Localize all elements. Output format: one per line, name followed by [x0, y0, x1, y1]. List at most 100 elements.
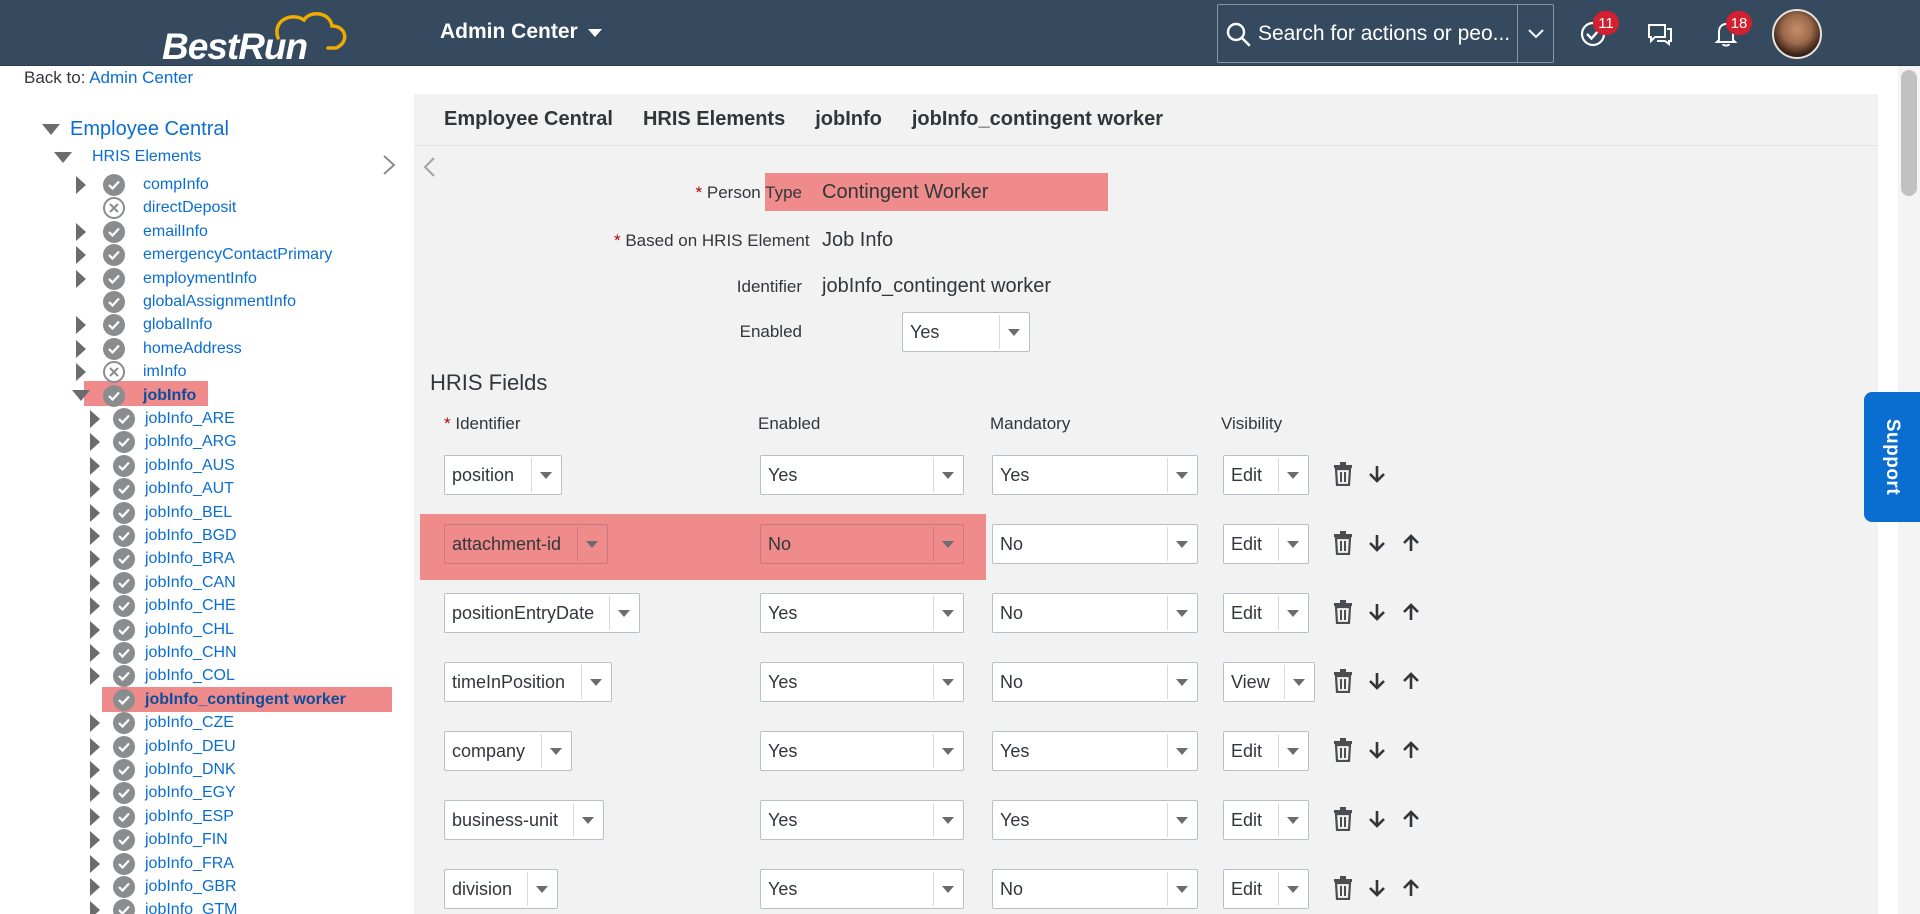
delete-icon[interactable]: [1331, 876, 1355, 900]
expand-icon[interactable]: [90, 784, 100, 803]
identifier-select[interactable]: company: [444, 731, 572, 771]
tree-item[interactable]: employmentInfo: [72, 267, 257, 290]
breadcrumb-item[interactable]: jobInfo_contingent worker: [912, 108, 1163, 131]
tree-child-item[interactable]: jobInfo_FRA: [86, 852, 234, 875]
tree-toggle[interactable]: [86, 761, 104, 779]
dropdown-arrow-icon[interactable]: [1278, 527, 1306, 561]
tree-item-label[interactable]: employmentInfo: [143, 270, 257, 288]
dropdown-arrow-icon[interactable]: [1278, 458, 1306, 492]
visibility-select[interactable]: Edit: [1223, 869, 1309, 909]
delete-icon[interactable]: [1331, 462, 1355, 486]
tree-item-label[interactable]: emailInfo: [143, 223, 208, 241]
expand-icon[interactable]: [90, 527, 100, 545]
collapse-icon[interactable]: [54, 151, 72, 163]
expand-icon[interactable]: [90, 550, 100, 569]
enabled-select[interactable]: Yes: [902, 312, 1030, 352]
tree-child-label[interactable]: jobInfo_AUS: [145, 457, 235, 475]
expand-icon[interactable]: [90, 714, 100, 733]
tree-toggle[interactable]: [72, 390, 90, 402]
tree-toggle[interactable]: [86, 503, 104, 522]
expand-icon[interactable]: [90, 573, 100, 592]
tree-child-item[interactable]: jobInfo_DEU: [86, 735, 236, 758]
delete-icon[interactable]: [1331, 807, 1355, 831]
tree-child-label[interactable]: jobInfo_BGD: [145, 527, 237, 545]
tree-child-item[interactable]: jobInfo_contingent worker: [86, 688, 346, 711]
tree-child-label[interactable]: jobInfo_DEU: [145, 738, 236, 756]
tree-group[interactable]: HRIS Elements: [54, 146, 201, 168]
tree-toggle[interactable]: [86, 714, 104, 733]
tree-toggle[interactable]: [86, 433, 104, 452]
tree-child-item[interactable]: jobInfo_BGD: [86, 525, 237, 547]
tree-child-item[interactable]: jobInfo_FIN: [86, 829, 228, 852]
delete-icon[interactable]: [1331, 738, 1355, 762]
tree-toggle[interactable]: [86, 831, 104, 850]
expand-icon[interactable]: [90, 597, 100, 616]
breadcrumb-item[interactable]: jobInfo: [815, 108, 882, 131]
dropdown-arrow-icon[interactable]: [1167, 596, 1195, 630]
expand-icon[interactable]: [90, 761, 100, 779]
tree-child-label[interactable]: jobInfo_CHE: [145, 597, 236, 615]
tree-child-label[interactable]: jobInfo_ESP: [145, 808, 234, 826]
tree-child-item[interactable]: jobInfo_BRA: [86, 548, 235, 571]
tree-toggle[interactable]: [72, 246, 90, 265]
todo-button[interactable]: 11: [1573, 11, 1619, 54]
move-up-icon[interactable]: [1399, 531, 1423, 555]
expand-icon[interactable]: [90, 807, 100, 826]
enabled-select[interactable]: Yes: [760, 593, 964, 633]
move-down-icon[interactable]: [1365, 531, 1389, 555]
expand-icon[interactable]: [90, 667, 100, 686]
visibility-select[interactable]: Edit: [1223, 731, 1309, 771]
dropdown-arrow-icon[interactable]: [1167, 458, 1195, 492]
collapse-icon[interactable]: [72, 390, 90, 402]
expand-icon[interactable]: [76, 363, 86, 382]
tree-toggle[interactable]: [86, 527, 104, 545]
tree-child-item[interactable]: jobInfo_ESP: [86, 805, 234, 828]
tree-toggle[interactable]: [86, 550, 104, 569]
scrollbar-thumb[interactable]: [1901, 70, 1917, 196]
tree-item-label[interactable]: compInfo: [143, 176, 209, 194]
expand-icon[interactable]: [90, 456, 100, 475]
mandatory-select[interactable]: No: [992, 869, 1198, 909]
tree-toggle[interactable]: [86, 480, 104, 499]
tree-child-label[interactable]: jobInfo_CAN: [145, 574, 236, 592]
delete-icon[interactable]: [1331, 600, 1355, 624]
dropdown-arrow-icon[interactable]: [541, 734, 569, 768]
move-up-icon[interactable]: [1399, 738, 1423, 762]
delete-icon[interactable]: [1331, 531, 1355, 555]
tree-toggle[interactable]: [72, 339, 90, 358]
tree-item[interactable]: emergencyContactPrimary: [72, 244, 332, 267]
tree-child-label[interactable]: jobInfo_COL: [145, 667, 235, 685]
tree-child-item[interactable]: jobInfo_CHL: [86, 618, 234, 641]
search-scope-dropdown[interactable]: [1517, 5, 1553, 62]
tree-toggle[interactable]: [72, 222, 90, 241]
tree-child-item[interactable]: jobInfo_CHE: [86, 595, 236, 618]
expand-icon[interactable]: [90, 410, 100, 428]
identifier-select[interactable]: positionEntryDate: [444, 593, 640, 633]
tree-item[interactable]: compInfo: [72, 174, 209, 196]
tree-item-label[interactable]: jobInfo: [143, 387, 196, 405]
dropdown-arrow-icon[interactable]: [1278, 803, 1306, 837]
move-up-icon[interactable]: [1399, 600, 1423, 624]
expand-icon[interactable]: [76, 176, 86, 194]
expand-icon[interactable]: [90, 878, 100, 896]
tree-child-item[interactable]: jobInfo_CHN: [86, 642, 237, 664]
tree-toggle[interactable]: [86, 737, 104, 756]
dropdown-arrow-icon[interactable]: [1167, 665, 1195, 699]
tree-child-label[interactable]: jobInfo_FIN: [145, 831, 228, 849]
dropdown-arrow-icon[interactable]: [999, 315, 1027, 349]
expand-icon[interactable]: [76, 316, 86, 335]
mandatory-select[interactable]: No: [992, 524, 1198, 564]
tree-child-label[interactable]: jobInfo_CZE: [145, 714, 234, 732]
expand-icon[interactable]: [90, 901, 100, 914]
identifier-select[interactable]: timeInPosition: [444, 662, 612, 702]
tree-child-item[interactable]: jobInfo_CAN: [86, 571, 236, 594]
move-down-icon[interactable]: [1365, 876, 1389, 900]
tree-item-label[interactable]: globalAssignmentInfo: [143, 293, 296, 311]
identifier-select[interactable]: business-unit: [444, 800, 604, 840]
tree-toggle[interactable]: [86, 410, 104, 428]
move-up-icon[interactable]: [1399, 807, 1423, 831]
tree-child-item[interactable]: jobInfo_ARG: [86, 431, 237, 454]
tree-toggle[interactable]: [86, 784, 104, 803]
tree-item[interactable]: globalInfo: [72, 314, 212, 337]
back-to-admin-center-link[interactable]: Admin Center: [89, 68, 193, 87]
